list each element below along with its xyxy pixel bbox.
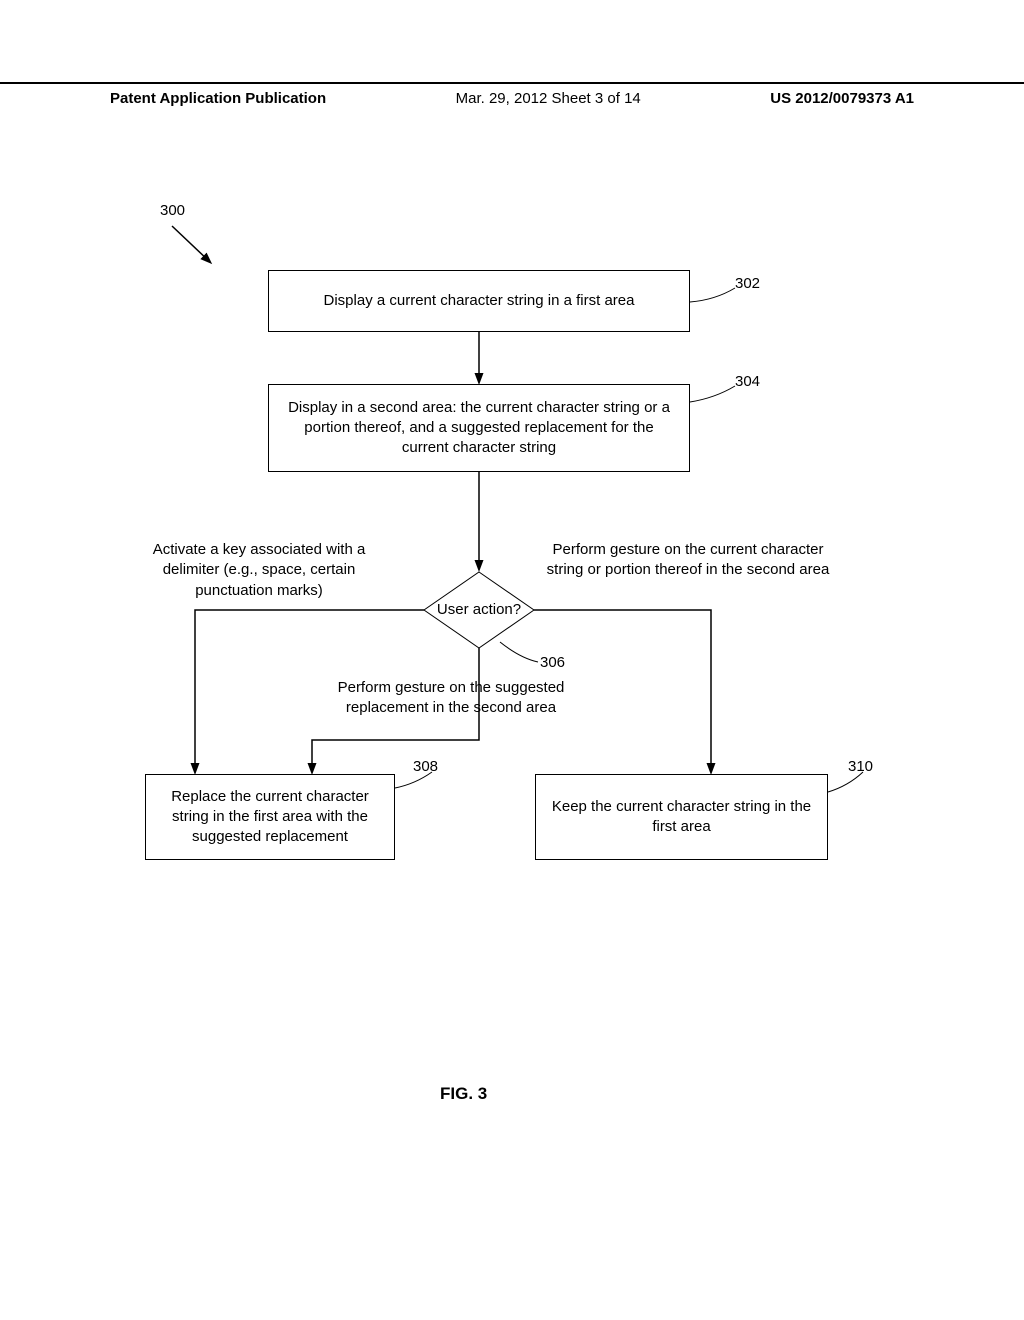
connector-lines xyxy=(0,0,1024,1320)
process-box-302-text: Display a current character string in a … xyxy=(324,291,635,311)
figure-canvas: 300 Display a current character string i… xyxy=(0,0,1024,1320)
process-box-302: Display a current character string in a … xyxy=(268,270,690,332)
process-box-304: Display in a second area: the current ch… xyxy=(268,384,690,472)
figure-ref-number: 300 xyxy=(160,202,185,219)
ref-304: 304 xyxy=(735,373,760,390)
process-box-310-text: Keep the current character string in the… xyxy=(550,797,813,838)
figure-caption: FIG. 3 xyxy=(440,1084,487,1104)
decision-diamond-306-text: User action? xyxy=(437,601,521,619)
process-box-310: Keep the current character string in the… xyxy=(535,774,828,860)
ref-302: 302 xyxy=(735,275,760,292)
ref-308: 308 xyxy=(413,758,438,775)
branch-label-bottom: Perform gesture on the suggested replace… xyxy=(336,678,566,719)
branch-label-right: Perform gesture on the current character… xyxy=(545,540,831,581)
branch-label-left: Activate a key associated with a delimit… xyxy=(128,540,390,601)
ref-306: 306 xyxy=(540,654,565,671)
process-box-304-text: Display in a second area: the current ch… xyxy=(283,398,675,459)
process-box-308-text: Replace the current character string in … xyxy=(160,787,380,848)
process-box-308: Replace the current character string in … xyxy=(145,774,395,860)
ref-310: 310 xyxy=(848,758,873,775)
decision-diamond-306: User action? xyxy=(424,572,534,648)
